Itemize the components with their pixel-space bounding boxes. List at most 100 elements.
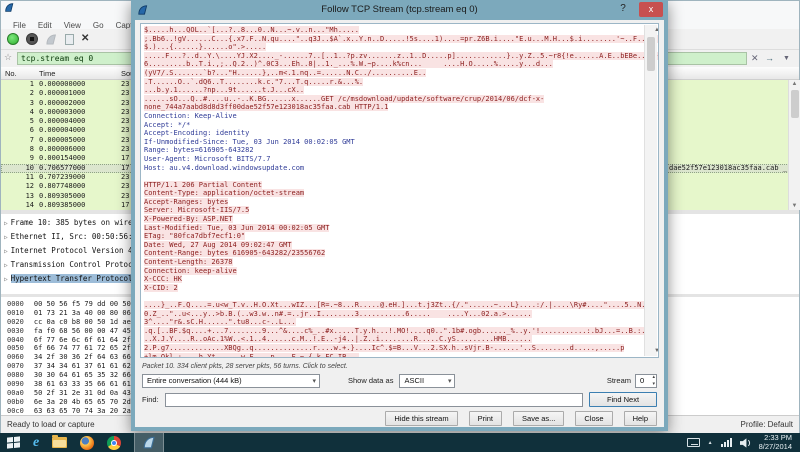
expand-arrow-icon[interactable]: ▷ [4,220,8,227]
help-button[interactable]: Help [624,411,657,426]
find-row: Find: Find Next [142,392,657,407]
find-next-button[interactable]: Find Next [589,392,657,407]
stream-line: Connection: keep-alive [144,267,642,276]
packet-info-text[interactable]: Packet 10. 334 client pkts, 28 server pk… [142,363,348,370]
filter-bookmark-icon[interactable]: ☆ [4,52,12,63]
firefox-icon[interactable] [80,436,94,450]
packet-no: 14 [1,201,34,210]
packet-source: 23 [121,89,129,98]
stream-line: ..X.J.Y....R..oAc.1%W..<.1..4......c.M..… [144,335,642,344]
packet-source: 23 [121,173,129,182]
packet-no: 3 [1,99,34,108]
wireshark-icon [4,2,15,13]
expand-arrow-icon[interactable]: ▷ [4,234,8,241]
scroll-down-icon[interactable]: ▼ [651,348,659,354]
stream-content-area[interactable]: $.....h...QOL..`[...?..8...0..N...~.v..n… [140,23,659,358]
server-data-text: X-Powered-By: ASP.NET [144,215,233,223]
server-data-text: X-CCC: HK [144,275,182,283]
file-explorer-icon[interactable] [52,437,67,448]
packet-list-scrollbar[interactable]: ▲ ▼ [788,80,800,210]
stream-line: 3^...."r&.sC.H......".tu8...c-..L... [144,318,642,327]
network-icon[interactable] [721,438,732,447]
chrome-icon[interactable] [107,436,121,450]
taskbar-clock[interactable]: 2:33 PM 8/27/2014 [759,434,792,451]
save-as-button[interactable]: Save as... [513,411,564,426]
keyboard-icon[interactable] [687,438,700,447]
client-data-text: Connection: Keep-Alive [144,112,237,120]
stream-controls-row: Entire conversation (444 kB) Show data a… [142,373,657,388]
scroll-up-icon[interactable]: ▲ [651,27,659,33]
packet-source: 23 [121,126,129,135]
stream-line: ......sO...Q..#....u..-..K.BG......x....… [144,95,642,104]
follow-tcp-stream-dialog: Follow TCP Stream (tcp.stream eq 0) ? x … [131,0,668,431]
scrollbar-thumb[interactable] [647,37,655,71]
find-input[interactable] [165,393,583,407]
packet-no: 8 [1,145,34,154]
stream-scrollbar[interactable]: ▲ ▼ [644,25,657,356]
stream-line: none_744a7aabd8d8d3ff00dae52f57e123018ac… [144,103,642,112]
server-data-text: 6.........b..T.i.,;..Q.2..)^.0C3...Eh..8… [144,60,553,68]
hex-offset: 0000 [7,300,24,308]
stream-line: (yV7/.S.......`b?..."H......},..m<.1.nq.… [144,69,642,78]
system-tray: ▲ 2:33 PM 8/27/2014 [687,434,800,451]
column-time[interactable]: Time [39,69,55,78]
packet-time: 0.000001000 [39,89,85,98]
filter-apply-icon[interactable]: → [765,52,774,65]
packet-time: 0.706577000 [39,164,85,173]
packet-source: 23 [121,145,129,154]
hide-this-stream-button[interactable]: Hide this stream [385,411,457,426]
hex-bytes: 00 50 56 f5 79 dd 00 50 [34,300,131,308]
stream-line: .T......O..`.dQ6..T........k.c."7...T.q.… [144,78,642,87]
server-data-text: ...b.y.1......?np...9t......t.J...cX.. [144,86,304,94]
filter-dropdown-icon[interactable]: ▼ [783,52,790,65]
capture-options-icon[interactable] [65,34,74,45]
close-capture-icon[interactable]: ✕ [81,34,89,44]
packet-source: 23 [121,182,129,191]
stream-number-spinner[interactable]: 0 [635,374,657,388]
expand-arrow-icon[interactable]: ▷ [4,276,8,283]
server-data-text: Server: Microsoft-IIS/7.5 [144,206,249,214]
stop-capture-icon[interactable] [26,33,38,45]
help-button[interactable]: ? [616,3,630,14]
close-button[interactable]: Close [575,411,612,426]
stream-line: X-CID: 2 [144,284,642,293]
server-data-text: 2.P.g7.............XBQg..q..............… [144,344,624,352]
conversation-select[interactable]: Entire conversation (444 kB) [142,374,320,388]
stream-line: HTTP/1.1 206 Partial Content [144,181,642,190]
server-data-text: ;.Bb6..!gV......C...{.x7.F..N.qu...."..q… [144,35,658,43]
server-data-text: 0.Z_.."..u<...y..>b.B.(..w3.w..n#.=..jr.… [144,310,532,318]
print-button[interactable]: Print [469,411,502,426]
stream-line: X-Powered-By: ASP.NET [144,215,642,224]
stream-line: Last-Modified: Tue, 03 Jun 2014 00:02:05… [144,224,642,233]
filter-clear-icon[interactable]: ✕ [751,52,759,65]
scroll-up-icon[interactable]: ▲ [789,81,800,87]
close-button[interactable]: x [639,2,663,17]
expand-arrow-icon[interactable]: ▷ [4,262,8,269]
packet-no: 9 [1,154,34,163]
dialog-titlebar[interactable]: Follow TCP Stream (tcp.stream eq 0) ? x [131,0,668,20]
server-data-text: .....F...?..d..Y.\....YJ.X2...._-......7… [144,52,659,60]
dialog-buttons-row: Hide this stream Print Save as... Close Help [385,411,657,426]
packet-info-fragment: dae52f57e123018ac35faa.cab _ [669,164,787,173]
column-no[interactable]: No. [5,69,17,78]
wireshark-taskbar-icon[interactable] [134,433,164,452]
restart-capture-icon[interactable] [45,33,58,46]
expand-arrow-icon[interactable]: ▷ [4,248,8,255]
packet-source: 23 [121,108,129,117]
hex-offset: 00b0 [7,398,24,406]
stream-line: $.....h...QOL..`[...?..8...0..N...~.v..n… [144,26,642,35]
profile-indicator[interactable]: Profile: Default [741,420,793,429]
internet-explorer-icon[interactable]: e [33,436,39,450]
scrollbar-thumb[interactable] [791,90,799,118]
start-capture-icon[interactable] [7,33,19,45]
proto-tree-label: Internet Protocol Version 4, [11,246,137,255]
volume-icon[interactable] [740,438,751,448]
start-button[interactable] [7,436,20,448]
taskbar: e ▲ 2:33 PM 8/27/2014 [0,433,800,452]
server-data-text: $.....h...QOL..`[...?..8...0..N...~.v..n… [144,26,359,34]
packet-no: 2 [1,89,34,98]
scroll-down-icon[interactable]: ▼ [789,203,800,209]
show-data-as-select[interactable]: ASCII [399,374,455,388]
packet-time: 0.000154000 [39,154,85,163]
show-hidden-icons[interactable]: ▲ [708,440,713,446]
